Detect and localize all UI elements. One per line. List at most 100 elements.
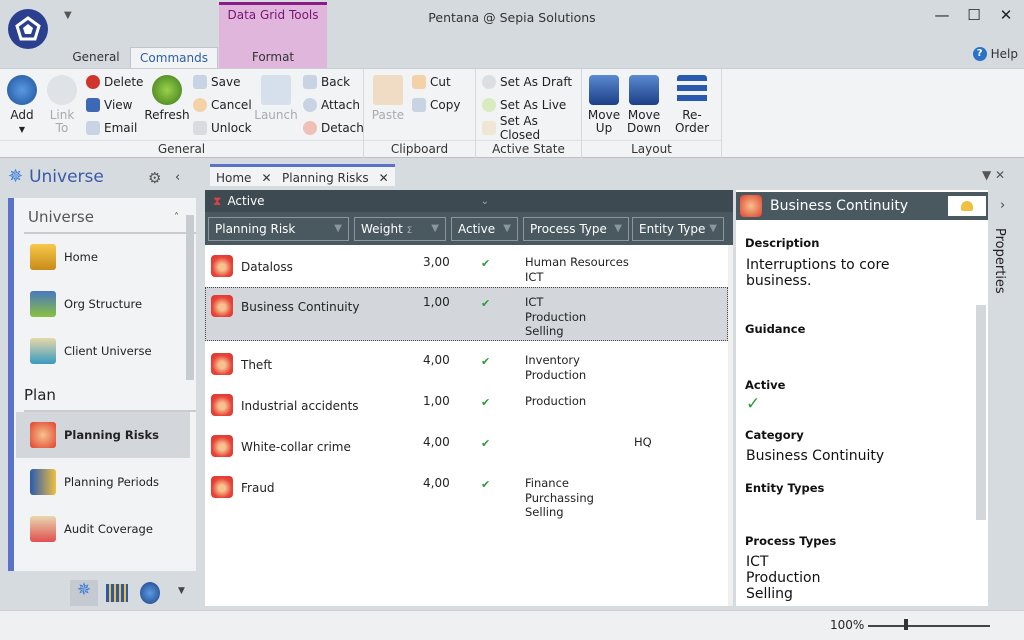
delete-button[interactable]: Delete	[86, 73, 143, 91]
nav-item-planning-risks[interactable]: Planning Risks	[16, 412, 190, 458]
column-header-weight[interactable]: Weight Σ ▼	[354, 217, 446, 241]
table-row[interactable]: Theft 4,00 ✔ Inventory Production	[205, 345, 728, 386]
table-row[interactable]: Industrial accidents 1,00 ✔ Production	[205, 386, 728, 427]
table-row[interactable]: White-collar crime 4,00 ✔ HQ	[205, 427, 728, 468]
launch-icon	[261, 75, 291, 105]
zoom-slider-thumb[interactable]	[904, 619, 908, 630]
grid-scrollbar[interactable]	[728, 245, 733, 606]
move-down-button[interactable]: Move Down	[624, 73, 664, 135]
filter-icon[interactable]: ▼	[503, 218, 511, 240]
minimize-button[interactable]: —	[930, 6, 954, 26]
guidance-label: Guidance	[745, 322, 806, 336]
move-up-button[interactable]: Move Up	[584, 73, 624, 135]
close-button[interactable]: ✕	[994, 6, 1018, 26]
copy-button[interactable]: Copy	[412, 96, 460, 114]
collapse-nav-button[interactable]: ‹	[175, 170, 180, 185]
view-button[interactable]: View	[86, 96, 132, 114]
universe-icon: ✵	[8, 166, 24, 187]
filter-icon[interactable]: ▼	[431, 218, 439, 240]
more-modules-dropdown[interactable]: ▼	[178, 586, 185, 596]
help-button[interactable]: ? Help	[972, 47, 1018, 61]
tab-general[interactable]: General	[66, 47, 126, 68]
close-tab-icon[interactable]: ✕	[379, 167, 389, 186]
refresh-button[interactable]: Refresh	[144, 73, 190, 122]
filter-icon[interactable]: ▼	[709, 218, 717, 240]
universe-module-icon[interactable]: ✵	[70, 580, 98, 606]
view-icon	[86, 98, 100, 112]
close-tab-icon[interactable]: ✕	[261, 167, 271, 186]
cancel-button[interactable]: Cancel	[193, 96, 252, 114]
paste-button[interactable]: Paste	[368, 73, 408, 122]
column-header-entity-type[interactable]: Entity Type ▼	[632, 217, 724, 241]
table-row[interactable]: Fraud 4,00 ✔ Finance Purchassing Selling	[205, 468, 728, 519]
filter-label: Active	[227, 194, 265, 208]
email-button[interactable]: Email	[86, 119, 137, 137]
unlock-button[interactable]: Unlock	[193, 119, 252, 137]
properties-scrollbar[interactable]	[976, 305, 986, 520]
cell-weight: 3,00	[423, 255, 450, 269]
user-module-icon[interactable]	[140, 582, 160, 604]
column-header-active[interactable]: Active ▼	[451, 217, 518, 241]
cell-weight: 4,00	[423, 353, 450, 367]
cell-planning-risk: Industrial accidents	[241, 399, 359, 413]
column-header-process-type[interactable]: Process Type ▼	[523, 217, 629, 241]
expand-properties-button[interactable]: ›	[1000, 198, 1005, 213]
set-as-closed-button[interactable]: Set As Closed	[482, 114, 581, 142]
cell-active-check-icon: ✔	[481, 396, 491, 409]
cut-button[interactable]: Cut	[412, 73, 451, 91]
cell-process-type: Production	[525, 394, 587, 408]
tab-home[interactable]: Home ✕	[210, 164, 278, 186]
cell-active-check-icon: ✔	[481, 257, 491, 270]
filter-icon[interactable]: ▼	[334, 218, 342, 240]
table-row[interactable]: Dataloss 3,00 ✔ Human Resources ICT	[205, 247, 728, 287]
nav-section-universe[interactable]: Universe	[28, 208, 94, 226]
app-logo[interactable]	[8, 9, 48, 49]
cell-planning-risk: Dataloss	[241, 260, 293, 274]
add-button[interactable]: Add ▼	[4, 73, 40, 136]
filter-clear-icon[interactable]: ⧗	[213, 194, 221, 209]
nav-item-home[interactable]: Home	[16, 234, 190, 280]
properties-title: Business Continuity	[770, 198, 909, 214]
zoom-slider[interactable]	[868, 625, 990, 627]
grid-header: Planning Risk ▼ Weight Σ ▼ Active ▼ Process…	[205, 212, 733, 245]
nav-item-planning-periods[interactable]: Planning Periods	[16, 459, 190, 505]
attach-icon	[303, 98, 317, 112]
delete-icon	[86, 75, 100, 89]
table-row[interactable]: Business Continuity 1,00 ✔ ICT Production S…	[205, 287, 728, 341]
nav-item-client-universe[interactable]: Client Universe	[16, 328, 190, 374]
launch-button[interactable]: Launch	[254, 73, 298, 122]
tab-list-controls[interactable]: ▼ ✕	[982, 168, 1005, 182]
tab-planning-risks[interactable]: Planning Risks ✕	[276, 164, 395, 186]
properties-side-label[interactable]: Properties	[992, 228, 1007, 294]
attach-button[interactable]: Attach	[303, 96, 360, 114]
detach-button[interactable]: Detach	[303, 119, 364, 137]
maximize-button[interactable]: ☐	[962, 6, 986, 26]
group-label-general: General	[0, 140, 363, 158]
planning-risk-icon	[211, 295, 233, 317]
filter-icon[interactable]: ▼	[614, 218, 622, 240]
nav-item-audit-coverage[interactable]: Audit Coverage	[16, 506, 190, 552]
tab-commands[interactable]: Commands	[130, 47, 218, 68]
gear-icon[interactable]: ⚙	[148, 169, 161, 187]
contextual-group-label: Data Grid Tools	[227, 8, 319, 22]
properties-action-button[interactable]	[948, 196, 986, 216]
chevron-up-icon[interactable]: ˄	[174, 212, 179, 223]
nav-section-plan[interactable]: Plan	[24, 386, 56, 404]
detach-icon	[303, 121, 317, 135]
filter-dropdown-icon[interactable]: ⌄	[481, 196, 489, 207]
nav-scrollbar[interactable]	[186, 215, 194, 380]
cell-weight: 1,00	[423, 394, 450, 408]
process-types-label: Process Types	[745, 534, 837, 548]
set-as-live-button[interactable]: Set As Live	[482, 96, 566, 114]
column-header-planning-risk[interactable]: Planning Risk ▼	[208, 217, 349, 241]
nav-item-org-structure[interactable]: Org Structure	[16, 281, 190, 327]
tab-format[interactable]: Format	[219, 47, 327, 68]
back-button[interactable]: Back	[303, 73, 350, 91]
quick-access-dropdown[interactable]: ▼	[64, 10, 72, 21]
planning-module-icon[interactable]	[106, 584, 128, 602]
link-to-button[interactable]: Link To	[44, 73, 80, 135]
reorder-button[interactable]: Re-Order	[666, 73, 718, 135]
filter-bar[interactable]: ⧗ Active ⌄	[205, 190, 733, 212]
set-as-draft-button[interactable]: Set As Draft	[482, 73, 572, 91]
save-button[interactable]: Save	[193, 73, 240, 91]
